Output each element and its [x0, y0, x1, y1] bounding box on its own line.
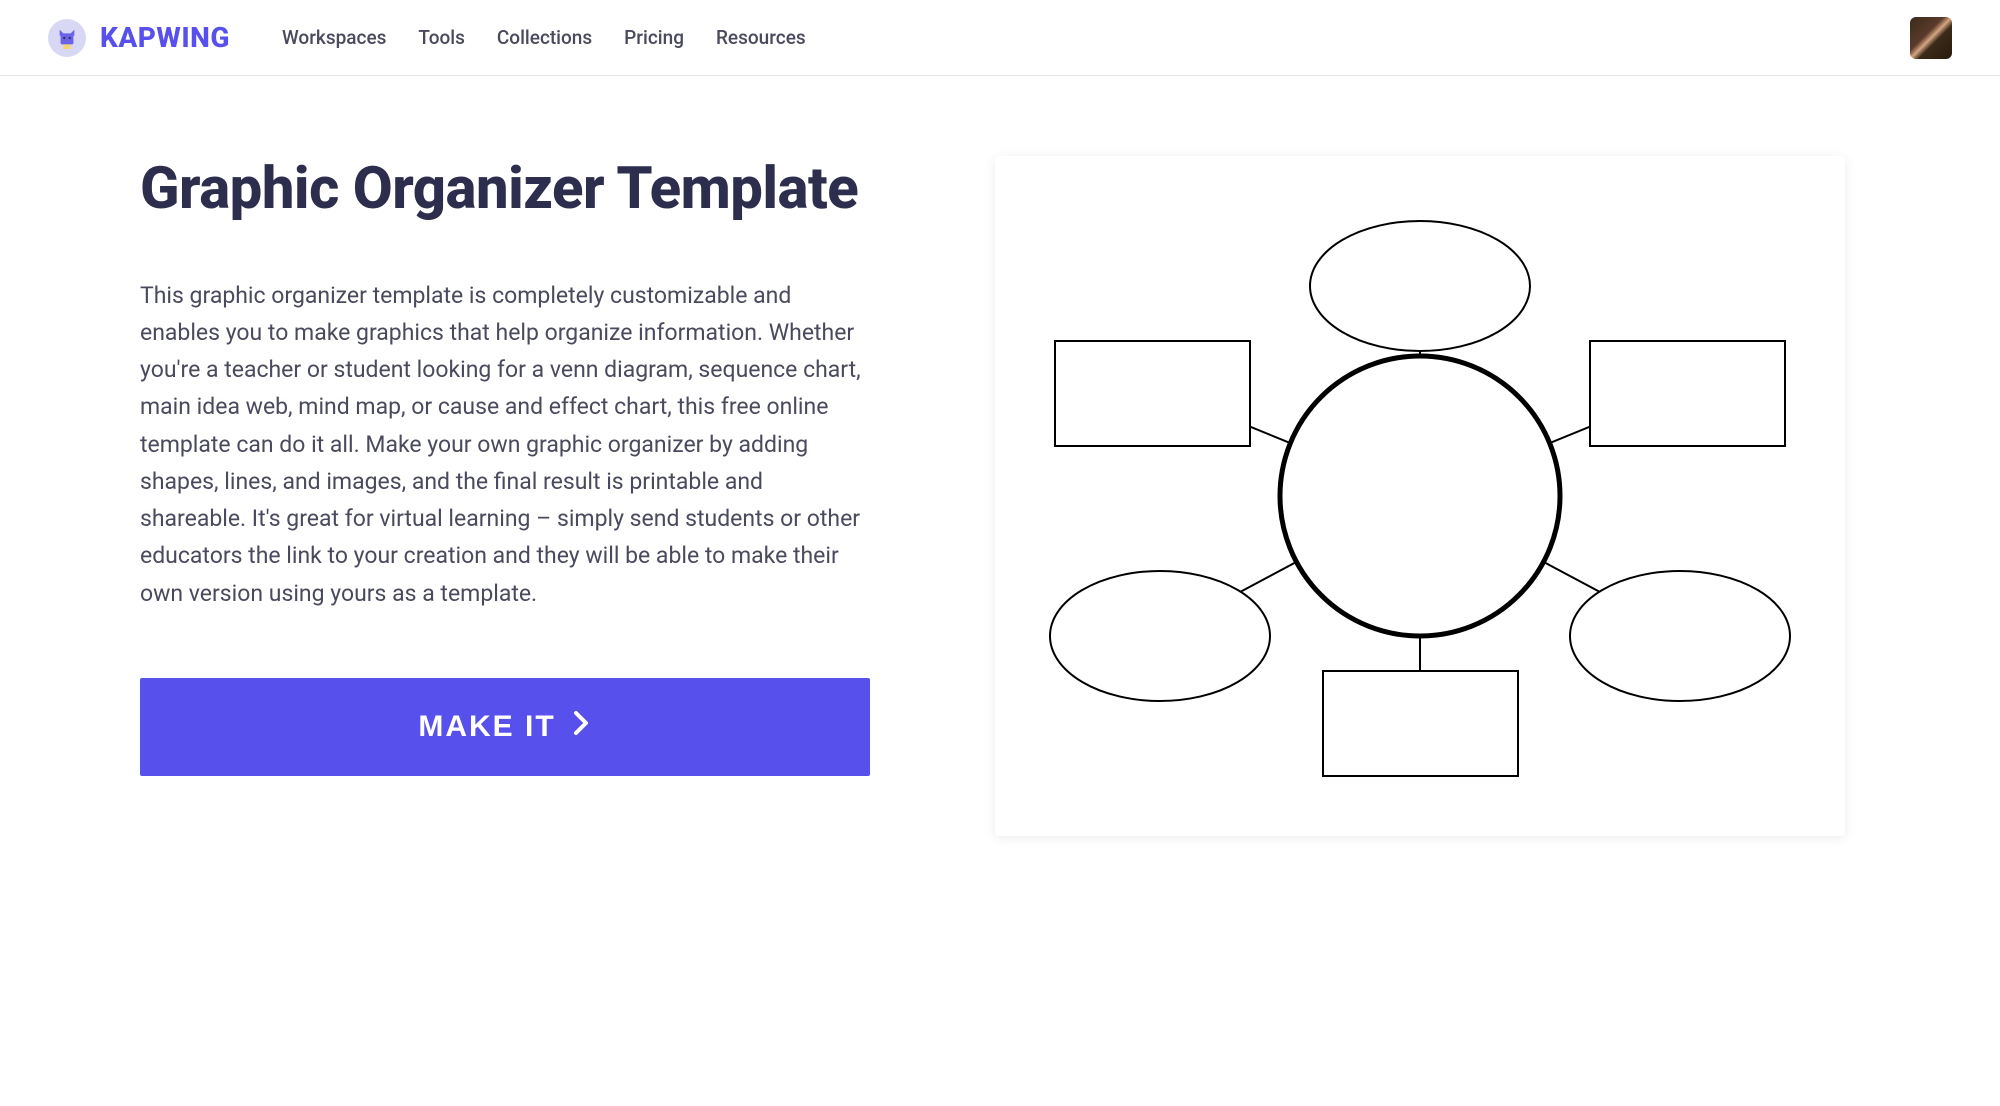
nav-pricing[interactable]: Pricing	[624, 26, 684, 49]
brand-name: KAPWING	[100, 21, 230, 54]
main-nav: Workspaces Tools Collections Pricing Res…	[282, 26, 806, 49]
page-title: Graphic Organizer Template	[140, 156, 870, 223]
page-description: This graphic organizer template is compl…	[140, 277, 870, 612]
content-left: Graphic Organizer Template This graphic …	[140, 156, 870, 836]
cat-icon	[56, 27, 78, 49]
avatar[interactable]	[1910, 17, 1952, 59]
chevron-right-icon	[572, 709, 592, 745]
make-it-button[interactable]: MAKE IT	[140, 678, 870, 776]
nav-resources[interactable]: Resources	[716, 26, 806, 49]
graphic-organizer-diagram	[995, 156, 1845, 836]
main-content: Graphic Organizer Template This graphic …	[0, 76, 2000, 896]
nav-workspaces[interactable]: Workspaces	[282, 26, 386, 49]
make-it-label: MAKE IT	[418, 710, 555, 744]
nav-tools[interactable]: Tools	[418, 26, 464, 49]
nav-collections[interactable]: Collections	[497, 26, 592, 49]
content-right	[980, 156, 1860, 836]
header: KAPWING Workspaces Tools Collections Pri…	[0, 0, 2000, 76]
template-preview[interactable]	[995, 156, 1845, 836]
brand-logo-icon	[48, 19, 86, 57]
logo-section[interactable]: KAPWING	[48, 19, 230, 57]
